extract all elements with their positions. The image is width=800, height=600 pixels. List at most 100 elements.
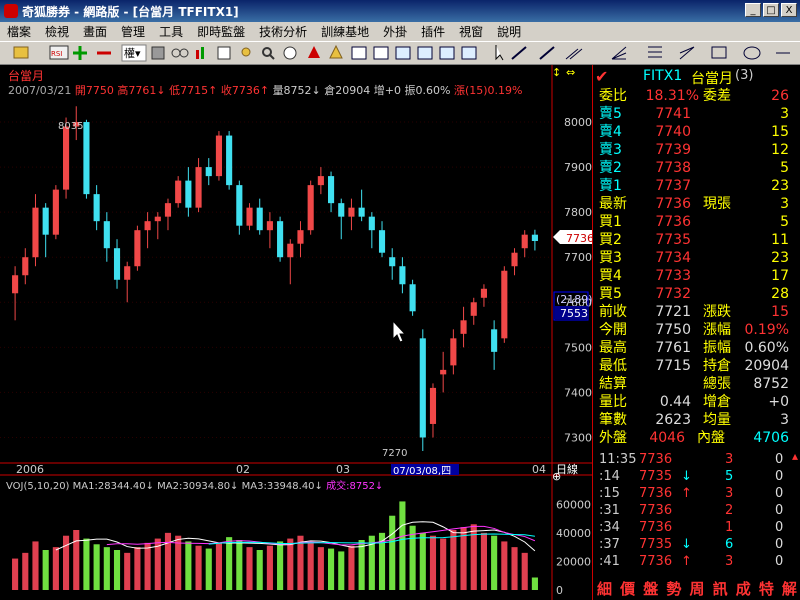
- circles-icon[interactable]: [171, 48, 189, 58]
- line-tool-icon[interactable]: [511, 46, 527, 60]
- menu-help[interactable]: 說明: [490, 23, 528, 40]
- volume-bar: [287, 538, 294, 590]
- volume-bar: [297, 535, 304, 590]
- candle: [450, 329, 457, 375]
- layout-icon-2[interactable]: [373, 46, 389, 60]
- title-bar: 奇狐勝券 - 網路版 - [台當月 TFFITX1] _ □ X: [0, 0, 800, 22]
- menu-addon[interactable]: 插件: [414, 23, 452, 40]
- menu-bar: 檔案 檢視 畫面 管理 工具 即時監盤 技術分析 訓練基地 外掛 插件 視窗 說…: [0, 22, 800, 41]
- tab-special[interactable]: 特: [755, 578, 778, 600]
- bid-row: 買3 7734 23: [599, 250, 789, 266]
- bars-icon[interactable]: [196, 47, 204, 59]
- key-icon[interactable]: [241, 47, 251, 57]
- period-label[interactable]: 日線: [556, 462, 578, 476]
- volume-bar: [480, 532, 487, 590]
- tab-book[interactable]: 盤: [639, 578, 662, 600]
- layout-icon-1[interactable]: [351, 46, 367, 60]
- maximize-button[interactable]: □: [763, 3, 779, 17]
- candle: [93, 185, 100, 231]
- menu-monitor[interactable]: 即時監盤: [190, 23, 252, 40]
- volume-bar: [32, 541, 39, 590]
- volume-bar: [450, 530, 457, 590]
- minimize-button[interactable]: _: [745, 3, 761, 17]
- tab-explain[interactable]: 解: [778, 578, 800, 600]
- layout-icon-5[interactable]: [439, 46, 455, 60]
- grid-icon[interactable]: [151, 46, 165, 60]
- info-open: 開7750: [74, 84, 114, 97]
- menu-tech-analysis[interactable]: 技術分析: [252, 23, 314, 40]
- volume-y-label: 60000: [556, 498, 591, 511]
- layout-icon-4[interactable]: [417, 46, 433, 60]
- warning-icon[interactable]: [329, 44, 343, 59]
- quote-panel: ✔ FITX1 台當月 (3) 委比 18.31% 委差 26 賣5 7741 3 賣…: [592, 65, 800, 600]
- candle: [460, 306, 467, 348]
- svg-text:(2189): (2189): [556, 293, 592, 306]
- select-box[interactable]: 權▾: [121, 44, 147, 62]
- tab-week[interactable]: 周: [685, 578, 708, 600]
- chart-area[interactable]: 8000 7900 7800 7700 7600 7500 7400 7300 60000 40…: [0, 65, 592, 600]
- stat-row: 結算 總張 8752: [599, 376, 789, 392]
- x-tick-label: 02: [236, 463, 250, 476]
- volume-bar: [124, 552, 131, 590]
- volume-bar: [63, 535, 70, 590]
- folder-icon[interactable]: [13, 46, 29, 59]
- tab-trend[interactable]: 勢: [662, 578, 685, 600]
- rsi-icon[interactable]: RSI: [49, 45, 69, 60]
- tick-row: 11:35 7736 3 0: [599, 452, 784, 467]
- candle: [317, 167, 324, 195]
- candle: [277, 216, 284, 262]
- volume-bar: [93, 544, 100, 590]
- trend-tool-icon[interactable]: [539, 46, 555, 60]
- menu-file[interactable]: 檔案: [0, 23, 38, 40]
- candle: [368, 212, 375, 249]
- menu-training[interactable]: 訓練基地: [314, 23, 376, 40]
- channel-tool-icon[interactable]: [679, 46, 695, 60]
- candlestick-chart[interactable]: 80007900780077007600750074007300 6000040…: [0, 65, 592, 600]
- volume-bar: [195, 545, 202, 590]
- info-oi-delta: 增+0: [373, 84, 401, 97]
- info-oi: 倉20904: [324, 84, 371, 97]
- window-controls: _ □ X: [745, 3, 797, 17]
- candle: [154, 212, 161, 240]
- menu-window[interactable]: 視窗: [452, 23, 490, 40]
- volume-bar: [460, 527, 467, 590]
- crosshair-icon[interactable]: [73, 46, 87, 60]
- pointer-icon[interactable]: [495, 45, 504, 61]
- menu-view[interactable]: 檢視: [38, 23, 76, 40]
- stat-row: 今開 7750 漲幅 0.19%: [599, 322, 789, 338]
- current-price-tag: 7736: [553, 230, 592, 245]
- scroll-up-icon[interactable]: ↕: [552, 66, 561, 79]
- tab-detail[interactable]: 細: [593, 578, 616, 600]
- layout-icon-3[interactable]: [395, 46, 411, 60]
- alarm-icon[interactable]: [308, 46, 320, 58]
- ellipse-tool-icon[interactable]: [743, 46, 761, 60]
- tab-price[interactable]: 價: [616, 578, 639, 600]
- close-button[interactable]: X: [781, 3, 797, 17]
- candle: [338, 198, 345, 240]
- candle: [297, 221, 304, 258]
- fib-tool-icon[interactable]: [648, 46, 662, 58]
- fan-tool-icon[interactable]: [611, 46, 627, 60]
- tab-trades[interactable]: 成: [732, 578, 755, 600]
- search-icon[interactable]: [262, 47, 275, 60]
- volume-bar: [236, 540, 243, 590]
- menu-manage[interactable]: 管理: [114, 23, 152, 40]
- scroll-right-icon[interactable]: ⇔: [566, 66, 575, 79]
- candle: [175, 176, 182, 208]
- candle: [113, 239, 121, 289]
- info-change: 漲(15)0.19%: [453, 84, 523, 97]
- rect-tool-icon[interactable]: [711, 46, 727, 59]
- x-tick-label: 04: [532, 463, 546, 476]
- tick-scroll-icon[interactable]: ▴: [792, 449, 798, 463]
- high-mark: 8035: [58, 121, 84, 132]
- menu-screen[interactable]: 畫面: [76, 23, 114, 40]
- layout-icon-6[interactable]: [461, 46, 477, 60]
- copy-icon[interactable]: [217, 46, 231, 60]
- clock-icon[interactable]: [283, 46, 297, 60]
- tab-news[interactable]: 訊: [709, 578, 732, 600]
- mouse-cursor-icon: [392, 319, 407, 343]
- menu-plugin[interactable]: 外掛: [376, 23, 414, 40]
- parallel-tool-icon[interactable]: [565, 48, 583, 60]
- y-tick-label: 7900: [564, 161, 592, 174]
- menu-tools[interactable]: 工具: [152, 23, 190, 40]
